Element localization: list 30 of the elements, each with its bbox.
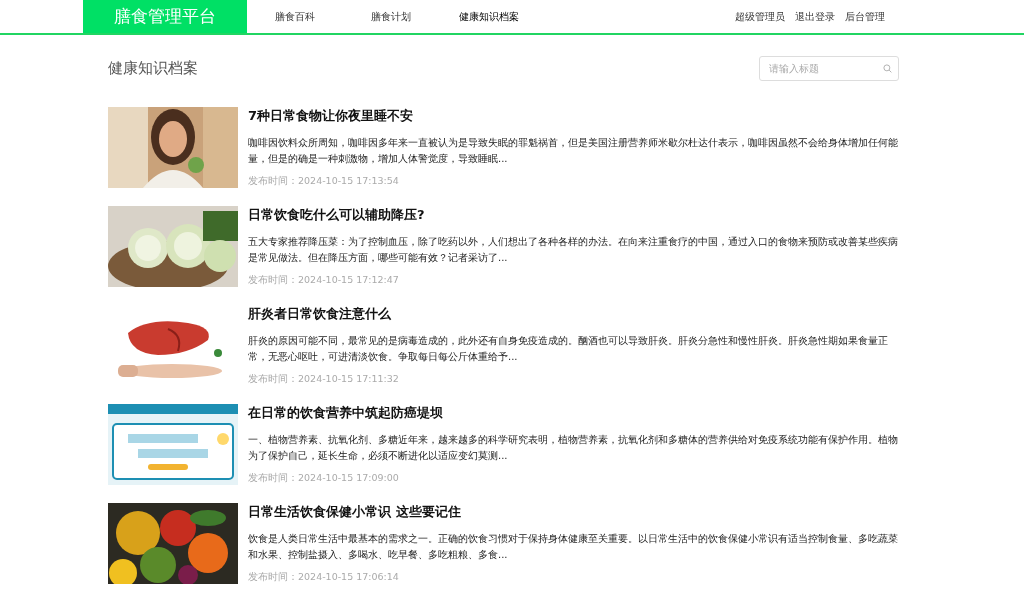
publish-date: 2024-10-15 17:06:14 bbox=[298, 571, 399, 584]
article-summary: 肝炎的原因可能不同，最常见的是病毒造成的，此外还有自身免疫造成的。酗酒也可以导致肝炎。肝炎分急性和慢性肝炎。肝炎急性期如果食量正常，无恶心呕吐，可进清淡饮食。争取每日每公斤体重给予... bbox=[248, 334, 889, 364]
article-summary: 咖啡因饮料众所周知，咖啡因多年来一直被认为是导致失眠的罪魁祸首，但是美国注册营养师米歇尔杜达什表示，咖啡因虽然不会给身体增加任何能量，但是的确是一种刺激物，增加人体警觉度，导致睡眠... bbox=[248, 136, 898, 166]
site-logo: 膳食管理平台 bbox=[83, 0, 247, 33]
nav-link[interactable]: 膳食计划 bbox=[371, 7, 411, 26]
article-summary: 一、植物营养素、抗氧化剂、多糖近年来，越来越多的科学研究表明，植物营养素，抗氧化剂和多糖体的营养供给对免疫系统功能有保护作用。植物为了保护自己，延长生命，必须不断进化以适应变幻莫测... bbox=[248, 433, 898, 463]
search-icon[interactable] bbox=[883, 64, 892, 73]
header-link[interactable]: 退出登录 bbox=[795, 9, 835, 24]
publish-date: 2024-10-15 17:12:47 bbox=[298, 274, 399, 287]
nav-link[interactable]: 膳食百科 bbox=[275, 7, 315, 26]
article-title[interactable]: 在日常的饮食营养中筑起防癌堤坝 bbox=[248, 404, 899, 422]
page-title: 健康知识档案 bbox=[108, 59, 198, 78]
publish-label: 发布时间： bbox=[248, 373, 298, 386]
publish-label: 发布时间： bbox=[248, 571, 298, 584]
publish-label: 发布时间： bbox=[248, 472, 298, 485]
publish-date: 2024-10-15 17:11:32 bbox=[298, 373, 399, 386]
header-link[interactable]: 后台管理 bbox=[845, 9, 885, 24]
publish-label: 发布时间： bbox=[248, 175, 298, 188]
article-title[interactable]: 日常生活饮食保健小常识 这些要记住 bbox=[248, 503, 899, 521]
header-link[interactable]: 超级管理员 bbox=[735, 9, 785, 24]
article-title[interactable]: 7种日常食物让你夜里睡不安 bbox=[248, 107, 899, 125]
publish-date: 2024-10-15 17:09:00 bbox=[298, 472, 399, 485]
article-summary: 饮食是人类日常生活中最基本的需求之一。正确的饮食习惯对于保持身体健康至关重要。以日常生活中的饮食保健小常识有适当控制食量、多吃蔬菜和水果、控制盐摄入、多喝水、吃早餐、多吃粗粮、多食... bbox=[248, 532, 898, 562]
search-field[interactable]: 请输入标题 bbox=[759, 56, 899, 81]
article-title[interactable]: 肝炎者日常饮食注意什么 bbox=[248, 305, 899, 323]
nav-link[interactable]: 健康知识档案 bbox=[459, 7, 519, 26]
article-summary: 五大专家推荐降压菜：为了控制血压，除了吃药以外，人们想出了各种各样的办法。在向来注重食疗的中国，通过入口的食物来预防或改善某些疾病是常见做法。但在降压方面，哪些可能有效？记者采访了... bbox=[248, 235, 898, 265]
article-title[interactable]: 日常饮食吃什么可以辅助降压? bbox=[248, 206, 899, 224]
publish-label: 发布时间： bbox=[248, 274, 298, 287]
publish-date: 2024-10-15 17:13:54 bbox=[298, 175, 399, 188]
